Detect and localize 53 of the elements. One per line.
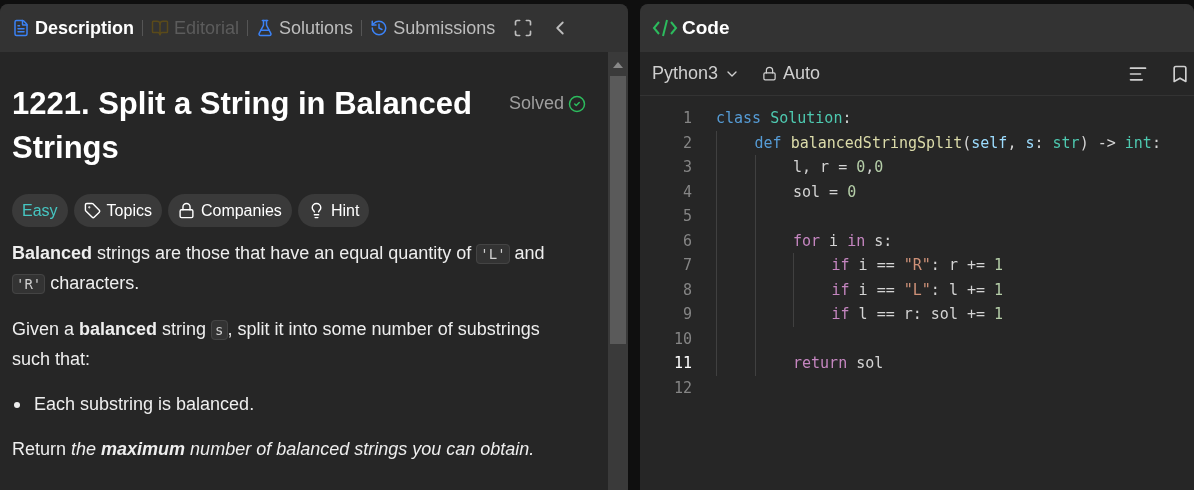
- history-icon: [370, 19, 389, 37]
- inline-code: 'L': [476, 244, 510, 264]
- line-number: 10: [672, 328, 692, 350]
- line-number: 6: [681, 230, 692, 252]
- line-number: 5: [681, 206, 692, 227]
- bullet-icon: [14, 401, 20, 408]
- description-paragraph: Given a balanced string s , split it into some number of substrings such that:: [12, 318, 541, 371]
- flask-icon: [256, 19, 275, 37]
- tag-icon: [83, 202, 101, 219]
- language-dropdown[interactable]: Python3: [652, 60, 741, 87]
- line-number: 11: [672, 353, 692, 374]
- line-number: 8: [681, 279, 692, 301]
- bullet-text: Each substring is balanced.: [34, 393, 255, 416]
- panel-title: Code: [682, 15, 730, 40]
- code-line: if l == r: sol += 1: [831, 304, 1004, 325]
- inline-code: s: [211, 320, 228, 340]
- expand-icon[interactable]: [513, 18, 534, 38]
- line-number: 9: [681, 304, 692, 325]
- tag-chip[interactable]: Easy: [12, 194, 68, 227]
- tag-chip[interactable]: Hint: [297, 194, 370, 227]
- code-line: class Solution:: [716, 108, 852, 129]
- panel-tab[interactable]: Solutions: [252, 11, 358, 45]
- document-icon: [12, 19, 30, 37]
- code-line: for i in s:: [793, 230, 893, 252]
- tag-chip[interactable]: Topics: [73, 194, 162, 227]
- inline-code: 'R': [12, 274, 46, 294]
- line-number: 2: [681, 132, 692, 154]
- code-line: def balancedStringSplit(self, s: str) -> int:: [754, 132, 1161, 154]
- line-number: 12: [672, 377, 692, 399]
- code-line: return sol: [793, 353, 884, 374]
- code-line: if i == "R": r += 1: [831, 255, 1004, 276]
- line-number: 3: [681, 157, 692, 178]
- code-line: sol = 0: [793, 181, 857, 203]
- bookmark-icon[interactable]: [1170, 63, 1190, 84]
- lock-icon: [177, 202, 195, 219]
- lock-icon: [762, 66, 778, 81]
- check-icon: [568, 94, 586, 113]
- panel-tab[interactable]: Submissions: [366, 11, 500, 45]
- code-line: if i == "L": l += 1: [831, 279, 1004, 301]
- book-icon: [151, 19, 170, 37]
- tag-chip[interactable]: Companies: [167, 194, 292, 227]
- line-number: 4: [681, 181, 692, 203]
- mode-label: Auto: [762, 60, 821, 87]
- line-number: 1: [681, 108, 692, 129]
- panel-tab[interactable]: Description: [8, 11, 139, 45]
- description-paragraph: Balanced strings are those that have an equal quantity of 'L' and 'R' characters.: [12, 242, 546, 296]
- solved-status: Solved: [508, 90, 586, 117]
- description-paragraph: Return the maximum number of balanced strings you can obtain.: [12, 438, 536, 461]
- scrollbar[interactable]: [608, 52, 628, 490]
- problem-title: 1221. Split a String in Balanced Strings: [12, 85, 473, 167]
- line-number: 7: [681, 255, 692, 276]
- code-line: l, r = 0,0: [793, 157, 884, 178]
- code-icon: [652, 18, 678, 38]
